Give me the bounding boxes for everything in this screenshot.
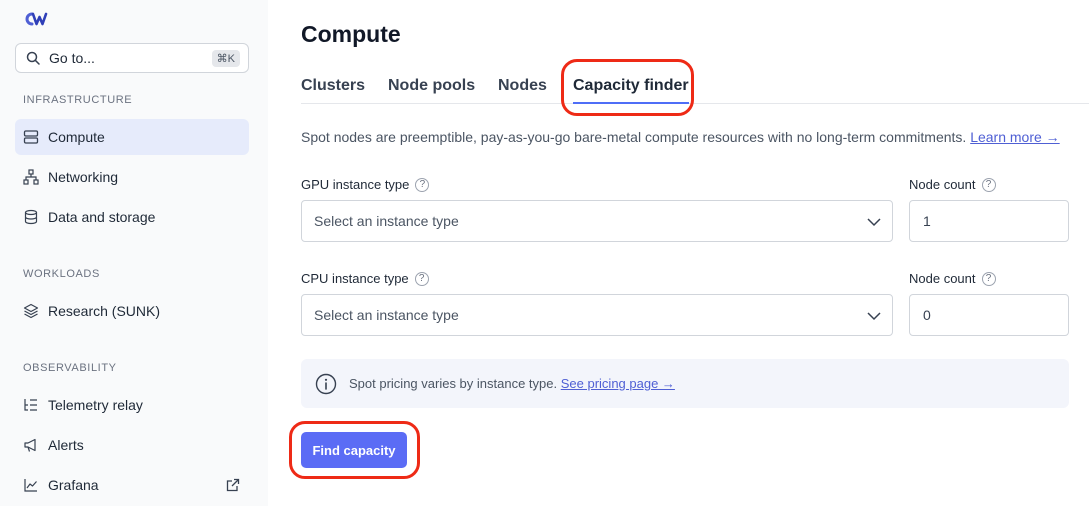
tab-bar: Clusters Node pools Nodes Capacity finde…	[301, 70, 1089, 104]
gpu-node-count-input[interactable]	[909, 200, 1069, 242]
description: Spot nodes are preemptible, pay-as-you-g…	[301, 129, 1060, 145]
chart-line-icon	[22, 476, 40, 494]
sidebar-item-telemetry-relay[interactable]: Telemetry relay	[15, 387, 249, 423]
help-icon[interactable]: ?	[415, 177, 430, 192]
shortcut-badge: ⌘K	[211, 49, 240, 67]
list-tree-icon	[22, 396, 40, 414]
learn-more-link[interactable]: Learn more →	[970, 129, 1059, 145]
sidebar-item-research-sunk[interactable]: Research (SUNK)	[15, 293, 249, 329]
tab-capacity-finder[interactable]: Capacity finder	[573, 77, 689, 104]
gpu-node-count-label: Node count ?	[909, 177, 996, 192]
chevron-down-icon	[867, 218, 881, 227]
page-title: Compute	[301, 21, 401, 47]
server-icon	[22, 128, 40, 146]
info-icon	[315, 373, 337, 394]
search-icon	[26, 51, 40, 65]
cpu-instance-label-text: CPU instance type	[301, 271, 409, 286]
section-infrastructure: INFRASTRUCTURE	[23, 94, 133, 106]
gpu-instance-label: GPU instance type ?	[301, 177, 430, 192]
gpu-node-count-label-text: Node count	[909, 177, 976, 192]
sidebar-item-label: Alerts	[48, 437, 84, 453]
cpu-instance-placeholder: Select an instance type	[314, 307, 459, 323]
database-icon	[22, 208, 40, 226]
sidebar-item-data-storage[interactable]: Data and storage	[15, 199, 249, 235]
sidebar-item-label: Data and storage	[48, 209, 156, 225]
app-root: Go to... ⌘K INFRASTRUCTURE Compute Netwo…	[0, 0, 1089, 506]
chevron-down-icon	[867, 312, 881, 321]
tab-nodes[interactable]: Nodes	[498, 77, 547, 104]
layers-icon	[22, 302, 40, 320]
sidebar-item-label: Research (SUNK)	[48, 303, 161, 319]
sidebar-item-networking[interactable]: Networking	[15, 159, 249, 195]
tab-clusters[interactable]: Clusters	[301, 77, 365, 104]
info-text: Spot pricing varies by instance type.	[349, 376, 558, 391]
goto-label: Go to...	[49, 50, 95, 66]
description-text: Spot nodes are preemptible, pay-as-you-g…	[301, 129, 967, 145]
pricing-info-banner: Spot pricing varies by instance type. Se…	[301, 359, 1069, 408]
gpu-instance-select[interactable]: Select an instance type	[301, 200, 893, 242]
megaphone-icon	[22, 436, 40, 454]
cpu-instance-select[interactable]: Select an instance type	[301, 294, 893, 336]
help-icon[interactable]: ?	[414, 271, 429, 286]
find-capacity-button[interactable]: Find capacity	[301, 432, 407, 468]
sidebar-item-alerts[interactable]: Alerts	[15, 427, 249, 463]
section-observability: OBSERVABILITY	[23, 362, 117, 374]
sidebar-item-label: Compute	[48, 129, 105, 145]
cpu-node-count-input[interactable]	[909, 294, 1069, 336]
see-pricing-link[interactable]: See pricing page →	[561, 376, 675, 391]
tab-node-pools[interactable]: Node pools	[388, 77, 475, 104]
gpu-instance-placeholder: Select an instance type	[314, 213, 459, 229]
sidebar-item-grafana[interactable]: Grafana	[15, 467, 249, 503]
network-icon	[22, 168, 40, 186]
goto-search[interactable]: Go to... ⌘K	[15, 43, 249, 73]
cpu-instance-label: CPU instance type ?	[301, 271, 429, 286]
sidebar-item-label: Grafana	[48, 477, 99, 493]
help-icon[interactable]: ?	[981, 271, 996, 286]
coreweave-logo-icon[interactable]	[23, 11, 49, 27]
cpu-node-count-label: Node count ?	[909, 271, 996, 286]
sidebar-item-label: Networking	[48, 169, 119, 185]
help-icon[interactable]: ?	[981, 177, 996, 192]
cpu-node-count-label-text: Node count	[909, 271, 976, 286]
sidebar-item-compute[interactable]: Compute	[15, 119, 249, 155]
gpu-instance-label-text: GPU instance type	[301, 177, 410, 192]
external-link-icon	[226, 478, 240, 492]
section-workloads: WORKLOADS	[23, 268, 100, 280]
sidebar: Go to... ⌘K INFRASTRUCTURE Compute Netwo…	[0, 0, 268, 506]
sidebar-item-label: Telemetry relay	[48, 397, 143, 413]
